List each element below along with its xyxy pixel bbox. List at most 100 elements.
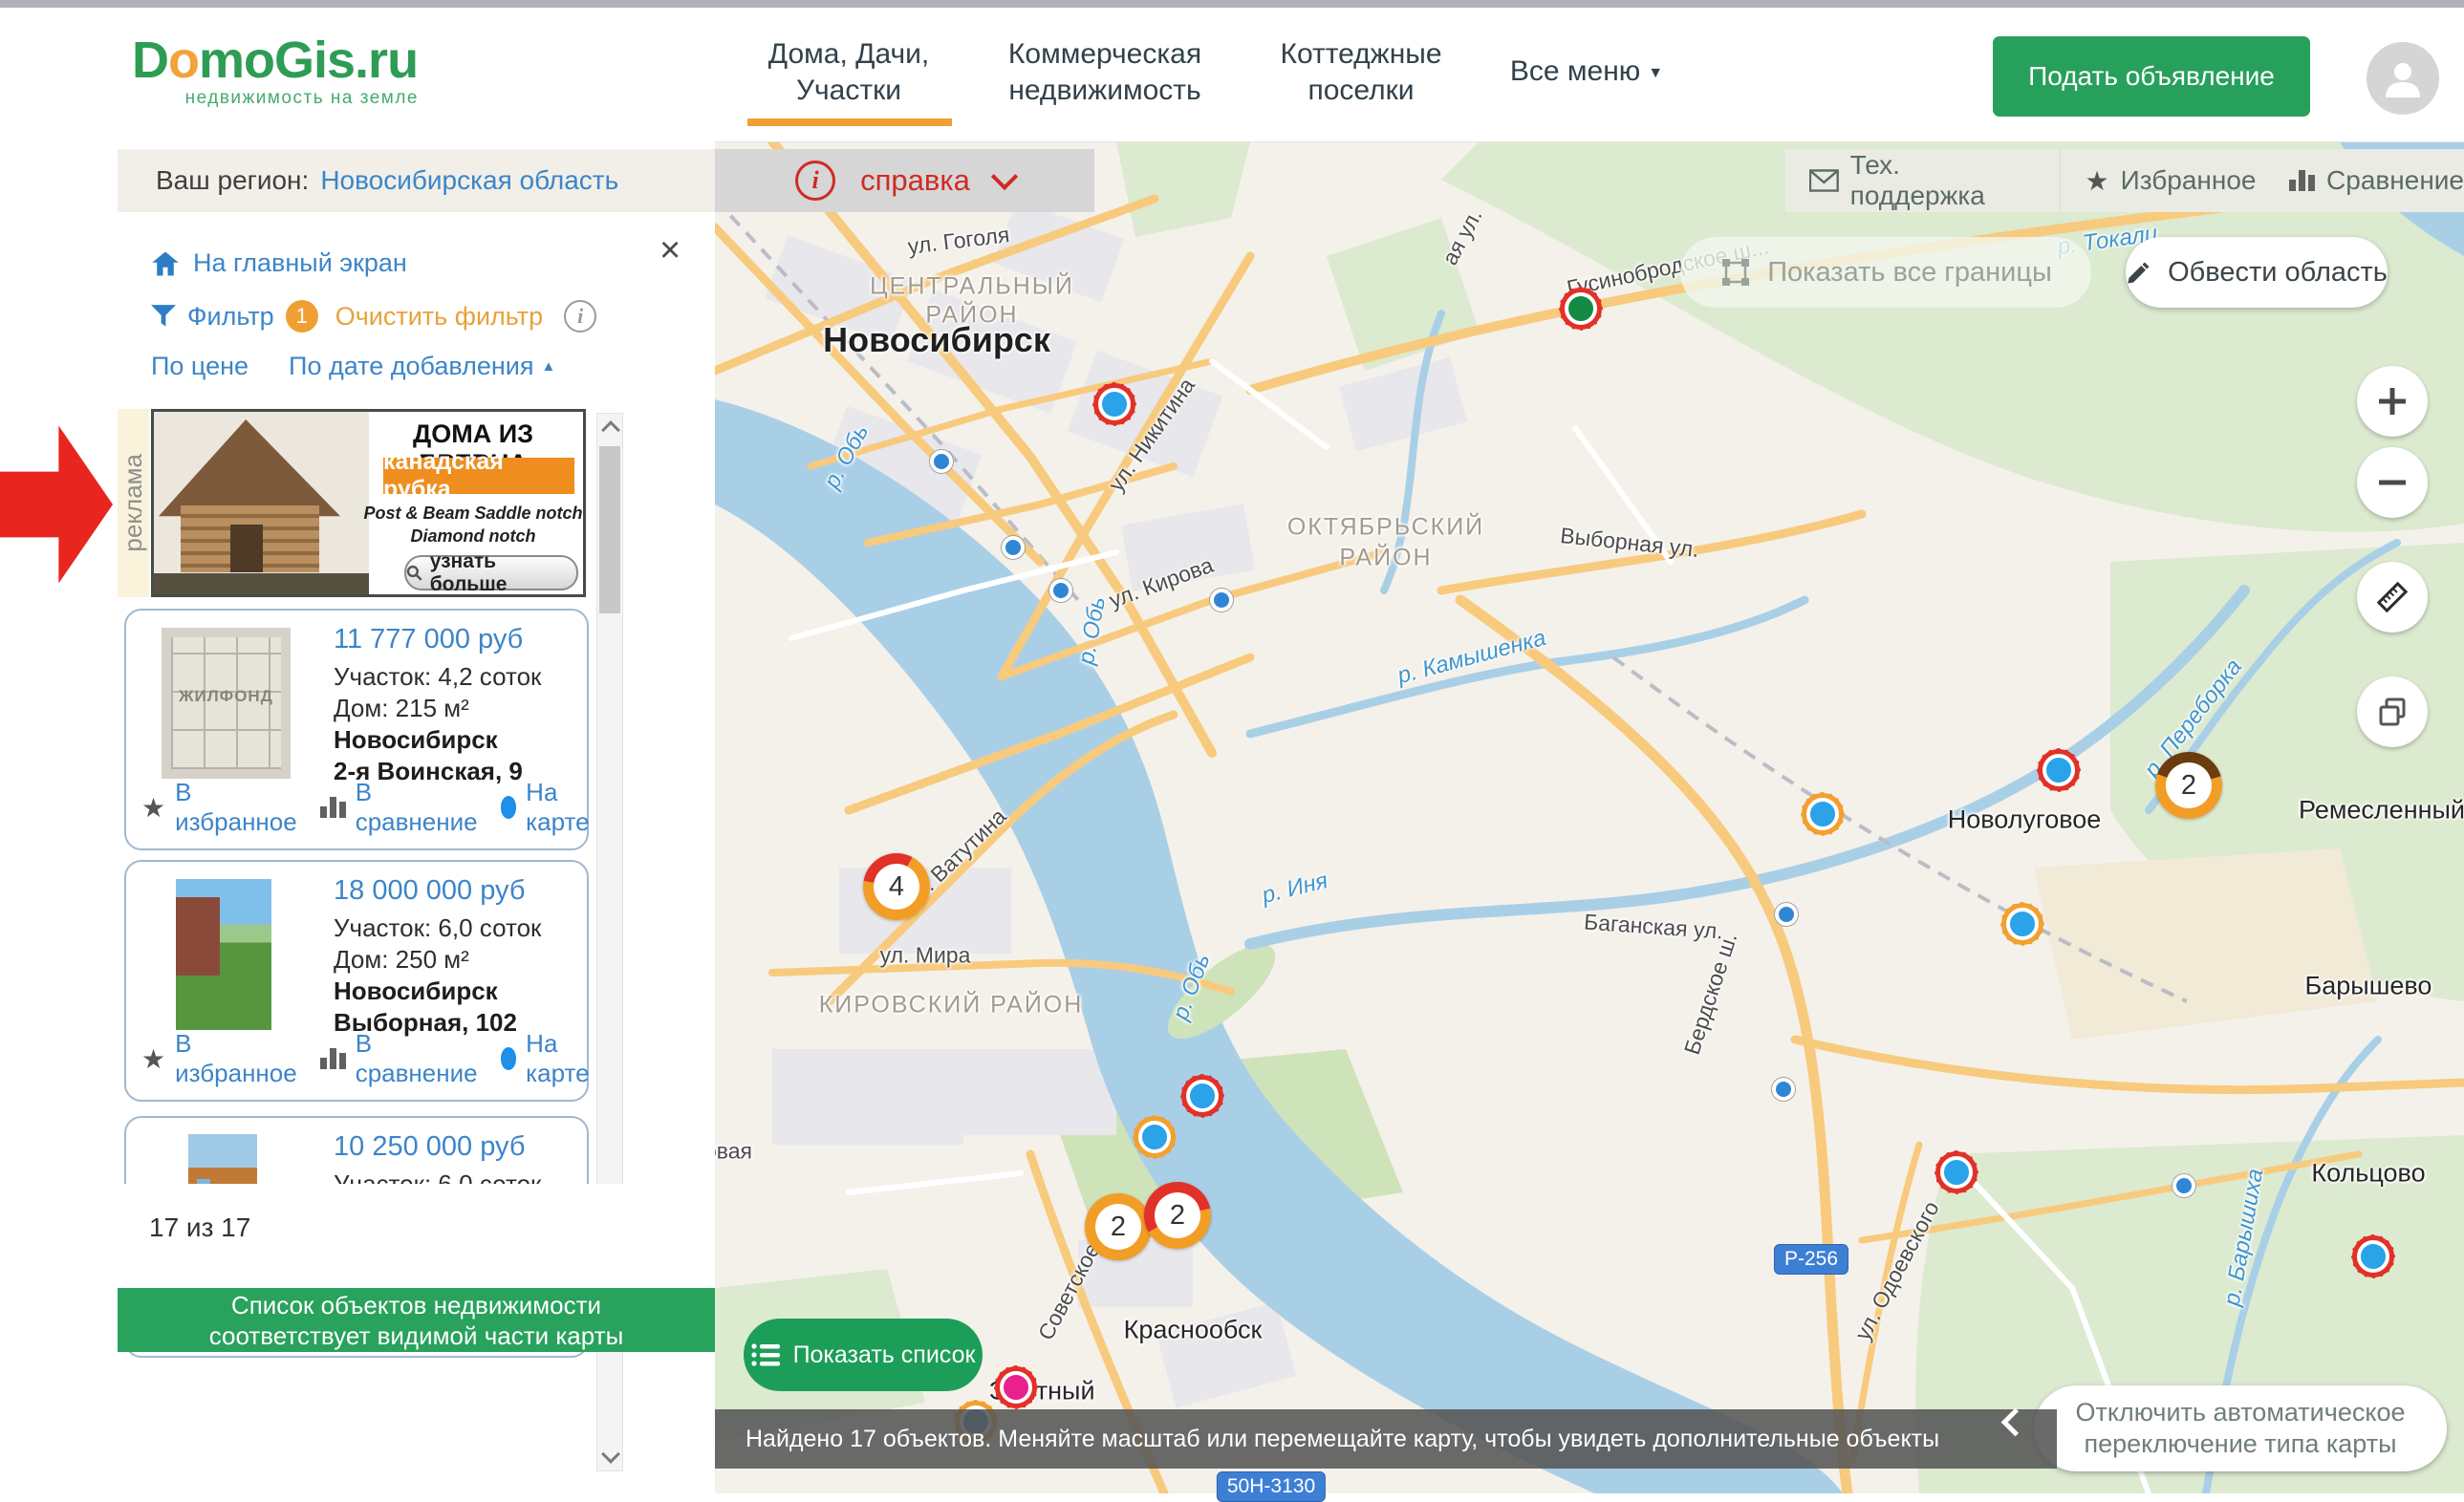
listing-card[interactable]: ЖИЛФОНД 11 777 000 руб Участок: 4,2 сото… (124, 609, 589, 850)
ruler-icon (2373, 578, 2411, 616)
results-count-bar: 17 из 17 (118, 1184, 715, 1288)
comparison-link[interactable]: Сравнение (2289, 165, 2464, 196)
selection-area-icon (1719, 256, 1752, 289)
pencil-icon (2126, 259, 2152, 286)
nav-cottage-villages[interactable]: Коттеджныепоселки (1280, 36, 1441, 108)
ad-learn-more-button[interactable]: узнать больше (404, 555, 578, 590)
footer-note-line2: соответствует видимой части карты (118, 1320, 715, 1351)
favorites-label: Избранное (2121, 165, 2257, 196)
property-marker[interactable] (1093, 383, 1135, 425)
browser-top-strip (0, 0, 2464, 8)
filter-info-icon[interactable]: i (564, 300, 596, 333)
listing-city: Новосибирск (334, 724, 541, 756)
map-dot-icon (501, 1047, 517, 1070)
logo-tagline: недвижимость на земле (132, 88, 419, 109)
region-label: Ваш регион: (156, 165, 309, 196)
listing-thumbnail[interactable] (176, 879, 271, 1030)
listing-price[interactable]: 10 250 000 руб (334, 1131, 560, 1163)
close-icon[interactable]: × (659, 232, 681, 268)
map-dot-icon (501, 796, 517, 819)
show-all-borders-label: Показать все границы (1767, 257, 2052, 289)
property-marker[interactable] (995, 1366, 1037, 1408)
cluster-marker[interactable]: 2 (1085, 1193, 1152, 1260)
sort-by-price-link[interactable]: По цене (151, 352, 249, 381)
region-strip: Ваш регион: Новосибирская область (118, 149, 715, 212)
ruler-button[interactable] (2357, 562, 2428, 633)
cluster-marker[interactable]: 2 (1144, 1182, 1211, 1249)
ad-banner[interactable]: ДОМА ИЗ БРЕВНА канадская рубка Post & Be… (151, 409, 586, 597)
on-map-link[interactable]: На карте (526, 778, 596, 837)
cluster-marker[interactable]: 4 (863, 853, 930, 920)
sort-caret-up-icon: ▲ (541, 358, 555, 375)
plus-icon (2376, 385, 2409, 418)
scroll-down-icon[interactable] (601, 1445, 620, 1464)
show-list-button[interactable]: Показать список (744, 1319, 983, 1391)
scrollbar-thumb[interactable] (599, 446, 620, 613)
divider (2060, 149, 2061, 212)
favorites-link[interactable]: ★ Избранное (2085, 165, 2256, 197)
help-dropdown[interactable]: i справка (715, 149, 1094, 212)
compare-link[interactable]: В сравнение (356, 1029, 478, 1088)
tech-support-link[interactable]: Тех. поддержка (1809, 150, 2035, 211)
caret-down-icon: ▼ (1648, 64, 1663, 83)
show-list-label: Показать список (793, 1341, 976, 1369)
layers-icon (2376, 696, 2409, 728)
nav-all-menu[interactable]: Все меню▼ (1510, 54, 1663, 90)
submit-listing-button[interactable]: Подать объявление (1993, 36, 2310, 117)
nav-homes-dachas[interactable]: Дома, Дачи,Участки (768, 36, 929, 108)
star-icon: ★ (2085, 165, 2108, 197)
ad-house-photo (154, 412, 369, 594)
nav-commercial[interactable]: Коммерческаянедвижимость (1008, 36, 1201, 108)
listing-thumbnail[interactable]: ЖИЛФОНД (162, 628, 291, 779)
property-marker[interactable] (2038, 749, 2080, 791)
copy-map-button[interactable] (2357, 676, 2428, 747)
map-type-toggle-line2: переключение типа карты (2085, 1428, 2397, 1460)
on-map-link[interactable]: На карте (526, 1029, 596, 1088)
person-icon (2382, 57, 2424, 99)
listing-price[interactable]: 11 777 000 руб (334, 624, 541, 655)
avatar[interactable] (2367, 42, 2439, 115)
property-marker[interactable] (1560, 288, 1602, 330)
minus-icon (2376, 466, 2409, 499)
favorite-link[interactable]: В избранное (175, 1029, 297, 1088)
list-icon (751, 1342, 780, 1367)
draw-area-button[interactable]: Обвести область (2126, 237, 2388, 308)
cluster-marker[interactable]: 2 (2155, 752, 2222, 819)
sidebar-footer-note: Список объектов недвижимости соответству… (118, 1288, 715, 1352)
ad-subtitle: канадская рубка (383, 458, 574, 494)
listing-card[interactable]: 18 000 000 руб Участок: 6,0 соток Дом: 2… (124, 860, 589, 1102)
property-marker[interactable] (1935, 1151, 1978, 1193)
sort-by-date-link[interactable]: По дате добавления (289, 352, 533, 381)
bar-chart-icon (320, 1048, 346, 1069)
region-link[interactable]: Новосибирская область (320, 165, 618, 196)
star-icon: ★ (141, 792, 165, 824)
compare-link[interactable]: В сравнение (356, 778, 478, 837)
bar-chart-icon (320, 797, 346, 818)
property-marker[interactable] (2001, 903, 2043, 945)
footer-note-line1: Список объектов недвижимости (118, 1290, 715, 1320)
clear-filter-link[interactable]: Очистить фильтр (335, 302, 543, 332)
home-screen-link[interactable]: На главный экран (151, 248, 407, 278)
filter-link[interactable]: Фильтр (187, 302, 274, 332)
show-all-borders-button[interactable]: Показать все границы (1680, 237, 2091, 308)
property-marker[interactable] (1802, 793, 1844, 835)
scroll-up-icon[interactable] (601, 420, 620, 440)
star-icon: ★ (141, 1043, 165, 1075)
listing-house: Дом: 250 м² (334, 944, 541, 976)
favorite-link[interactable]: В избранное (175, 778, 297, 837)
filter-row: Фильтр 1 Очистить фильтр i (151, 300, 596, 333)
property-marker[interactable] (1181, 1075, 1223, 1117)
sort-row: По цене По дате добавления ▲ (151, 352, 555, 381)
zoom-in-button[interactable] (2357, 366, 2428, 437)
property-marker[interactable] (2352, 1235, 2394, 1277)
active-nav-underline (747, 118, 952, 126)
zoom-out-button[interactable] (2357, 447, 2428, 518)
ad-side-label: реклама (118, 409, 149, 597)
listing-price[interactable]: 18 000 000 руб (334, 875, 541, 907)
site-logo[interactable]: DomoGis.ru недвижимость на земле (132, 34, 419, 109)
chevron-down-icon (991, 163, 1018, 190)
property-marker[interactable] (1134, 1116, 1176, 1158)
listing-area: Участок: 4,2 соток (334, 661, 541, 693)
map-type-toggle-button[interactable]: Отключить автоматическое переключение ти… (2034, 1385, 2447, 1471)
map-canvas[interactable] (715, 141, 2464, 1493)
